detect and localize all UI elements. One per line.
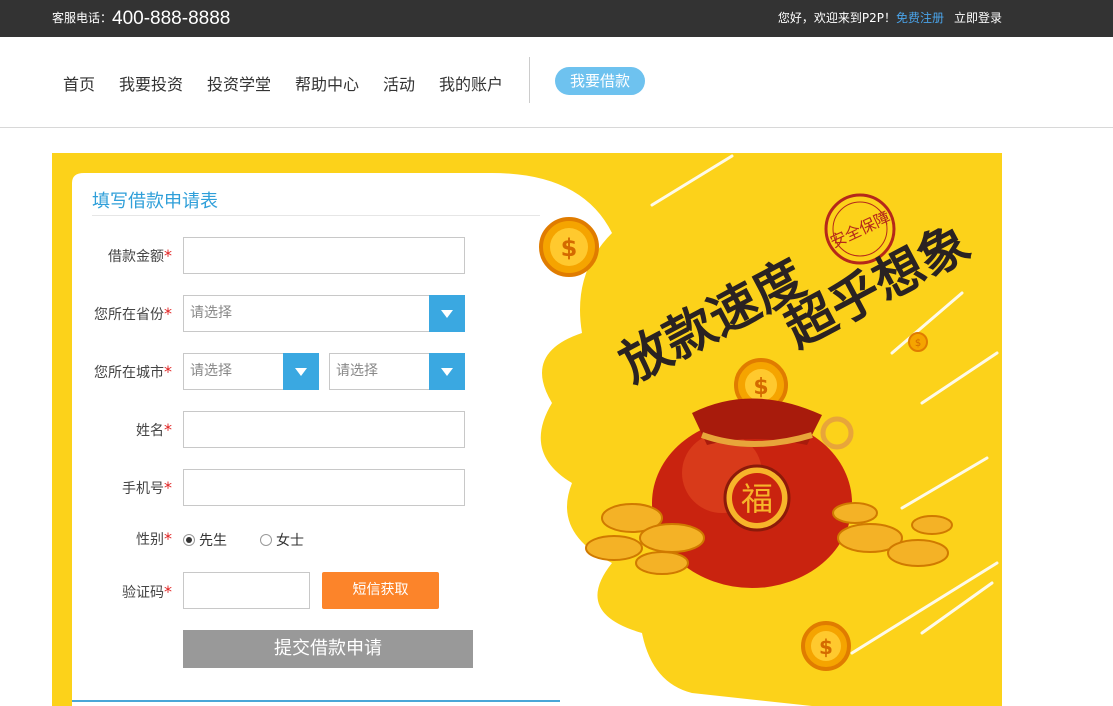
gender-radio-mr[interactable]: 先生	[183, 530, 227, 550]
name-input[interactable]	[183, 411, 465, 448]
district-select[interactable]: 请选择	[329, 353, 465, 390]
submit-loan-button[interactable]: 提交借款申请	[183, 630, 473, 668]
city-select[interactable]: 请选择	[183, 353, 319, 390]
amount-input[interactable]	[183, 237, 465, 274]
district-select-value: 请选择	[336, 363, 378, 379]
city-label: 您所在城市*	[94, 362, 172, 381]
phone-input[interactable]	[183, 469, 465, 506]
top-account-links: 您好，欢迎来到P2P！免费注册 立即登录	[778, 0, 1002, 37]
chevron-down-icon[interactable]	[283, 353, 319, 390]
nav-item-help[interactable]: 帮助中心	[295, 71, 359, 95]
form-bottom-border	[72, 700, 560, 702]
coin-icon-2: $	[908, 332, 928, 352]
register-link[interactable]: 免费注册	[896, 11, 944, 25]
city-select-value: 请选择	[190, 363, 232, 379]
nav-item-school[interactable]: 投资学堂	[207, 71, 271, 95]
name-label: 姓名*	[136, 420, 172, 439]
top-bar: 客服电话：400-888-8888 您好，欢迎来到P2P！免费注册 立即登录	[0, 0, 1113, 37]
province-select-value: 请选择	[190, 305, 232, 321]
nav-item-activity[interactable]: 活动	[383, 71, 415, 95]
province-select[interactable]: 请选择	[183, 295, 465, 332]
radio-checked-icon[interactable]	[183, 534, 195, 546]
hotline-number: 400-888-8888	[112, 8, 231, 29]
province-label: 您所在省份*	[94, 304, 172, 323]
nav-item-invest[interactable]: 我要投资	[119, 71, 183, 95]
amount-label: 借款金额*	[108, 246, 172, 265]
svg-text:$: $	[915, 338, 921, 349]
sms-code-button[interactable]: 短信获取	[322, 572, 439, 609]
coin-icon-4: $	[801, 621, 851, 671]
form-title: 填写借款申请表	[92, 191, 218, 212]
nav-item-home[interactable]: 首页	[63, 71, 95, 95]
svg-text:$: $	[753, 375, 768, 400]
code-label: 验证码*	[122, 582, 172, 601]
gender-radio-ms[interactable]: 女士	[260, 530, 304, 550]
chevron-down-icon[interactable]	[429, 353, 465, 390]
form-title-divider	[92, 215, 540, 216]
login-link[interactable]: 立即登录	[954, 11, 1002, 25]
nav-divider	[529, 57, 530, 103]
welcome-text: 您好，欢迎来到P2P！	[777, 11, 896, 25]
svg-text:$: $	[819, 635, 833, 659]
hotline: 客服电话：400-888-8888	[52, 0, 230, 37]
nav-item-account[interactable]: 我的账户	[439, 71, 503, 95]
bag-character: 福	[741, 480, 773, 518]
phone-label: 手机号*	[122, 478, 172, 497]
main-nav: 首页 我要投资 投资学堂 帮助中心 活动 我的账户 我要借款	[0, 37, 1113, 128]
svg-text:$: $	[561, 234, 578, 262]
hotline-label: 客服电话：	[52, 11, 113, 25]
verification-code-input[interactable]	[183, 572, 310, 609]
radio-unchecked-icon[interactable]	[260, 534, 272, 546]
gender-label: 性别*	[136, 529, 172, 548]
nav-borrow-button[interactable]: 我要借款	[555, 67, 645, 95]
coin-icon-1: $	[539, 217, 599, 277]
chevron-down-icon[interactable]	[429, 295, 465, 332]
